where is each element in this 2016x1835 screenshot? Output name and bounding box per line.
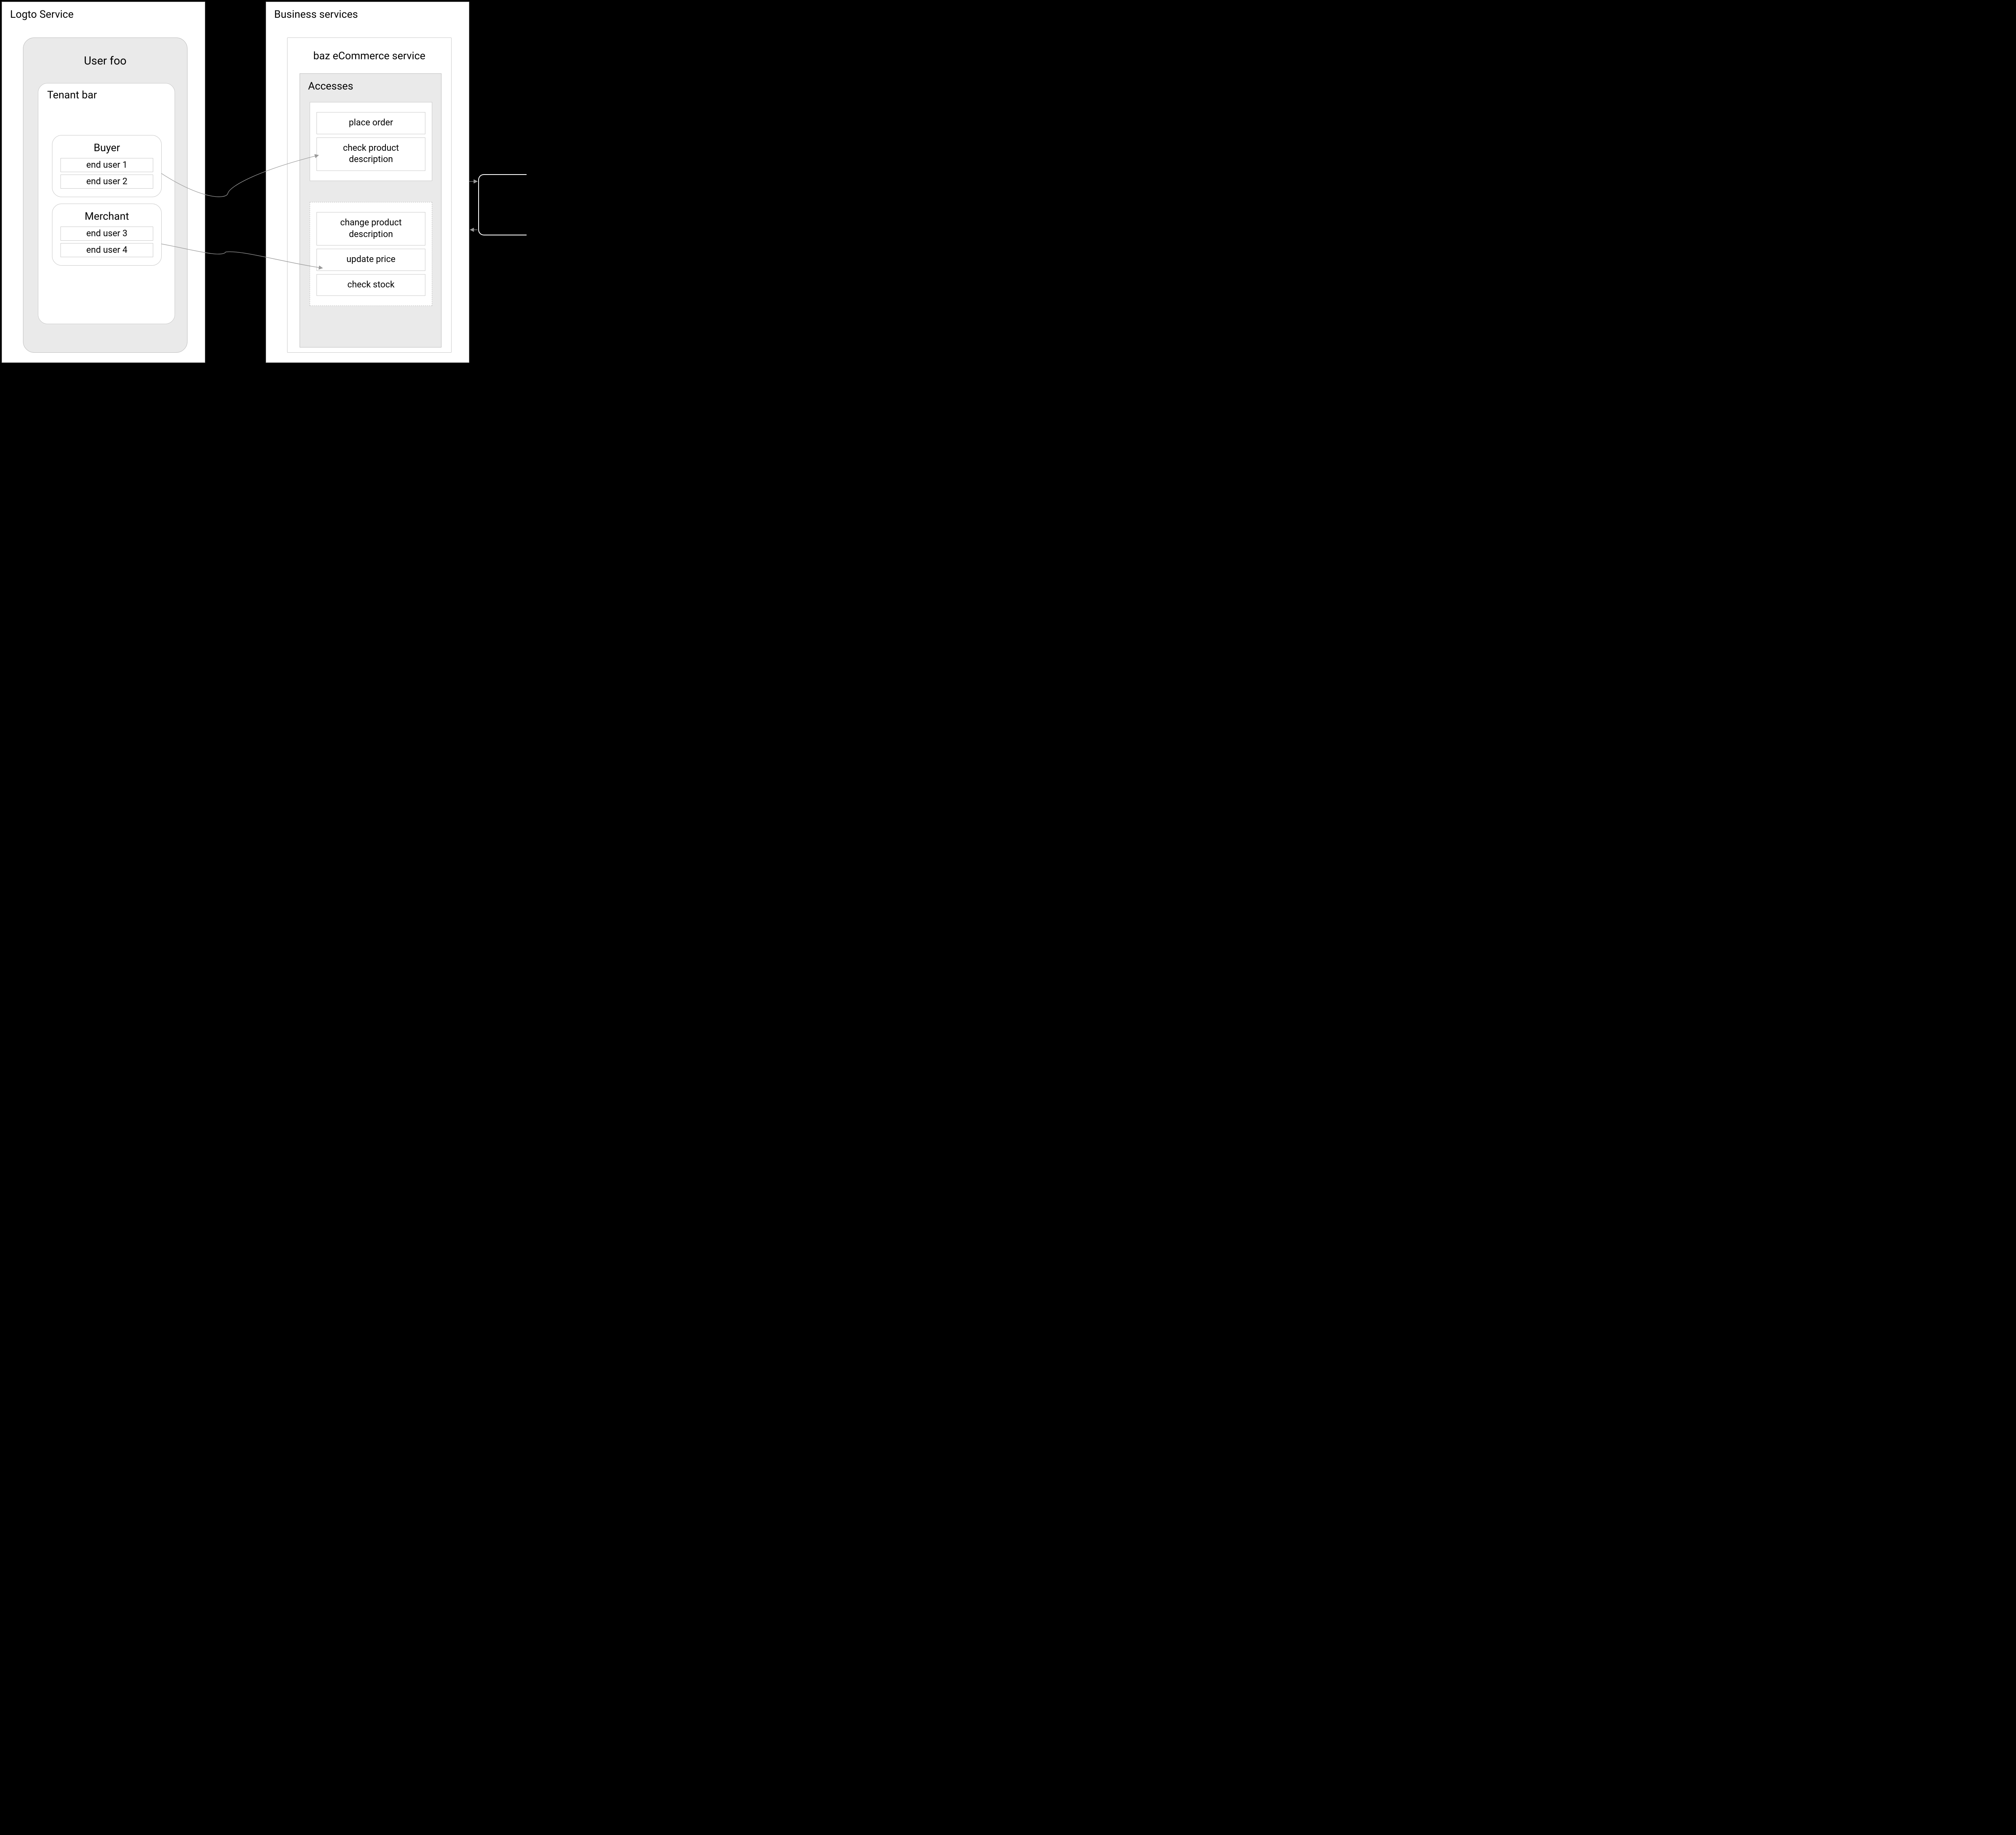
user-foo-title: User foo	[23, 38, 187, 67]
buyer-role-box: Buyer end user 1 end user 2	[52, 135, 162, 197]
permission-cell: check product description	[317, 137, 425, 171]
permission-cell: change product description	[317, 212, 425, 245]
accesses-title: Accesses	[300, 74, 441, 92]
tenant-bar-box: Tenant bar Buyer end user 1 end user 2 M…	[38, 83, 175, 324]
permission-cell: update price	[317, 249, 425, 271]
merchant-role-box: Merchant end user 3 end user 4	[52, 204, 162, 266]
buyer-permissions-group: place order check product description	[310, 102, 432, 181]
ecommerce-service-title: baz eCommerce service	[287, 38, 451, 62]
logto-service-title: Logto Service	[2, 2, 205, 21]
business-services-title: Business services	[266, 2, 469, 21]
accesses-box: Accesses place order check product descr…	[300, 73, 442, 347]
tenant-bar-title: Tenant bar	[38, 83, 175, 101]
business-services-panel: Business services baz eCommerce service …	[266, 2, 469, 363]
end-user-cell: end user 1	[60, 158, 153, 172]
end-user-cell: end user 3	[60, 227, 153, 241]
logto-service-panel: Logto Service User foo Tenant bar Buyer …	[2, 2, 205, 363]
permission-cell: place order	[317, 112, 425, 134]
merchant-role-title: Merchant	[60, 210, 153, 223]
external-fragment-box	[478, 174, 527, 235]
merchant-permissions-group: change product description update price …	[310, 202, 432, 306]
end-user-cell: end user 4	[60, 243, 153, 257]
user-foo-box: User foo Tenant bar Buyer end user 1 end…	[23, 37, 187, 353]
buyer-role-title: Buyer	[60, 142, 153, 154]
permission-cell: check stock	[317, 274, 425, 296]
ecommerce-service-box: baz eCommerce service Accesses place ord…	[287, 37, 452, 353]
end-user-cell: end user 2	[60, 175, 153, 189]
